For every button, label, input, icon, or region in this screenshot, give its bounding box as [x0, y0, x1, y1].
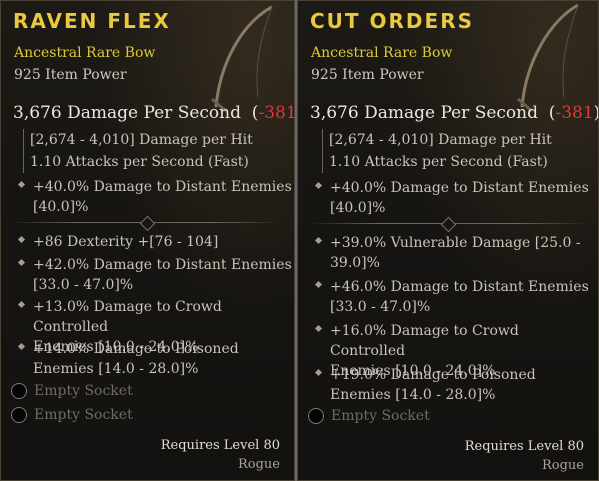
class-requirement: Rogue	[237, 457, 280, 472]
dps-diff: -381	[555, 103, 594, 123]
divider-ornament-icon	[440, 216, 457, 233]
socket-icon	[11, 383, 27, 399]
affix-row: +39.0% Vulnerable Damage [25.0 - 39.0]%	[314, 233, 581, 273]
dps-line: 3,676 Damage Per Second (-381)	[310, 103, 598, 123]
item-type: Ancestral Rare Bow	[311, 45, 453, 61]
level-requirement: Requires Level 80	[464, 439, 584, 454]
affix-row: +14.0% Damage to Poisoned Enemies [14.0 …	[17, 339, 239, 379]
item-name: RAVEN FLEX	[13, 9, 171, 33]
affix-row: +46.0% Damage to Distant Enemies [33.0 -…	[314, 277, 589, 317]
weapon-stats: [2,674 - 4,010] Damage per Hit 1.10 Atta…	[23, 129, 253, 173]
damage-per-hit: [2,674 - 4,010] Damage per Hit	[30, 132, 253, 148]
empty-socket[interactable]: Empty Socket	[11, 383, 133, 399]
item-tooltip-raven-flex: RAVEN FLEX Ancestral Rare Bow 925 Item P…	[0, 0, 295, 481]
dps-value: 3,676 Damage Per Second	[310, 103, 538, 123]
empty-socket[interactable]: Empty Socket	[308, 408, 430, 424]
item-power: 925 Item Power	[14, 67, 127, 83]
attacks-per-second: 1.10 Attacks per Second (Fast)	[30, 154, 249, 170]
dps-line: 3,676 Damage Per Second (-381)	[13, 103, 295, 123]
bow-icon	[517, 3, 579, 113]
section-divider	[11, 215, 283, 232]
weapon-stats: [2,674 - 4,010] Damage per Hit 1.10 Atta…	[322, 129, 552, 173]
class-requirement: Rogue	[541, 458, 584, 473]
socket-icon	[11, 407, 27, 423]
divider-ornament-icon	[139, 215, 156, 232]
attacks-per-second: 1.10 Attacks per Second (Fast)	[329, 154, 548, 170]
dps-value: 3,676 Damage Per Second	[13, 103, 241, 123]
dps-diff-open: (	[246, 103, 259, 123]
implicit-affix: +40.0% Damage to Distant Enemies [40.0]%	[17, 177, 292, 217]
item-tooltip-cut-orders: CUT ORDERS Ancestral Rare Bow 925 Item P…	[297, 0, 599, 481]
bow-icon	[211, 5, 273, 113]
affix-row: +86 Dexterity +[76 - 104]	[17, 232, 218, 252]
empty-socket[interactable]: Empty Socket	[11, 407, 133, 423]
implicit-affix: +40.0% Damage to Distant Enemies [40.0]%	[314, 178, 589, 218]
item-name: CUT ORDERS	[310, 9, 474, 33]
section-divider	[308, 216, 588, 233]
damage-per-hit: [2,674 - 4,010] Damage per Hit	[329, 132, 552, 148]
dps-diff: -381	[258, 103, 295, 123]
level-requirement: Requires Level 80	[160, 438, 280, 453]
item-power: 925 Item Power	[311, 67, 424, 83]
dps-diff-close: )	[594, 103, 598, 123]
affix-row: +42.0% Damage to Distant Enemies [33.0 -…	[17, 255, 292, 295]
item-type: Ancestral Rare Bow	[14, 45, 156, 61]
socket-icon	[308, 408, 324, 424]
dps-diff-open: (	[543, 103, 556, 123]
affix-row: +19.0% Damage to Poisoned Enemies [14.0 …	[314, 365, 536, 405]
